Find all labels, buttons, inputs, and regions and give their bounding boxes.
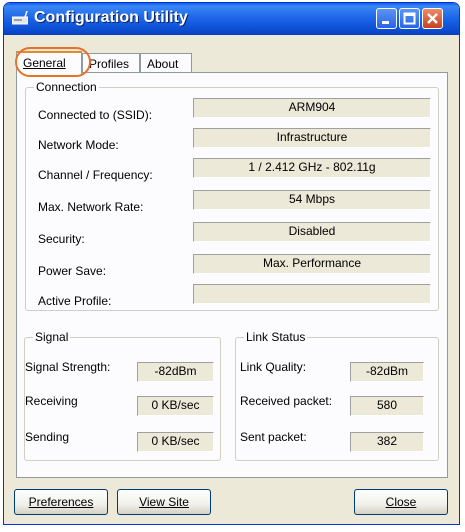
window-title: Configuration Utility (34, 9, 188, 26)
signal-group-title: Signal (33, 330, 71, 344)
active-profile-value (193, 284, 431, 304)
active-profile-label: Active Profile: (38, 294, 112, 308)
network-mode-value: Infrastructure (193, 128, 431, 148)
minimize-icon (382, 21, 389, 24)
received-packet-label: Received packet: (240, 394, 333, 408)
tab-profiles-label: Profiles (89, 57, 130, 71)
channel-frequency-label: Channel / Frequency: (38, 168, 153, 182)
receiving-label: Receiving (25, 394, 78, 408)
connection-group: Connection Connected to (SSID): ARM904 N… (25, 80, 439, 311)
tab-general-label: General (23, 56, 66, 70)
sent-packet-label: Sent packet: (240, 430, 307, 444)
title-bar[interactable]: Configuration Utility (4, 3, 459, 35)
max-network-rate-value: 54 Mbps (193, 190, 431, 210)
maximize-icon (403, 12, 416, 25)
close-window-button[interactable] (422, 8, 443, 29)
preferences-button-label: Preferences (28, 495, 94, 509)
sent-packet-value: 382 (350, 432, 424, 452)
minimize-button[interactable] (376, 8, 397, 29)
maximize-button[interactable] (399, 8, 420, 29)
security-label: Security: (38, 232, 85, 246)
signal-strength-label: Signal Strength: (25, 360, 111, 374)
view-site-button-label: View Site (139, 495, 189, 509)
tab-profiles[interactable]: Profiles (82, 53, 140, 73)
signal-strength-value: -82dBm (137, 362, 214, 382)
tab-about[interactable]: About (140, 53, 192, 73)
close-button-label: Close (385, 495, 417, 509)
network-mode-label: Network Mode: (38, 138, 119, 152)
general-tab-panel: Connection Connected to (SSID): ARM904 N… (16, 72, 448, 478)
sending-label: Sending (25, 430, 70, 444)
ssid-label: Connected to (SSID): (38, 108, 153, 122)
link-quality-label: Link Quality: (240, 360, 307, 374)
tab-about-label: About (147, 57, 179, 71)
tab-general[interactable]: General (16, 51, 82, 74)
link-status-group-title: Link Status (244, 330, 308, 344)
receiving-value: 0 KB/sec (137, 396, 214, 416)
preferences-button[interactable]: Preferences (14, 489, 108, 515)
view-site-button[interactable]: View Site (117, 489, 211, 515)
power-save-label: Power Save: (38, 264, 107, 278)
channel-frequency-value: 1 / 2.412 GHz - 802.11g (193, 158, 431, 178)
close-icon (427, 13, 438, 24)
power-save-value: Max. Performance (193, 254, 431, 274)
ssid-value: ARM904 (193, 98, 431, 118)
sending-value: 0 KB/sec (137, 432, 214, 452)
configuration-utility-window: Configuration Utility General Profiles A… (3, 2, 460, 525)
link-quality-value: -82dBm (350, 362, 424, 382)
wireless-card-icon (12, 11, 28, 25)
link-status-group: Link Status Link Quality: -82dBm Receive… (235, 330, 439, 461)
connection-group-title: Connection (34, 80, 99, 94)
received-packet-value: 580 (350, 396, 424, 416)
close-button[interactable]: Close (354, 489, 448, 515)
max-network-rate-label: Max. Network Rate: (38, 200, 144, 214)
security-value: Disabled (193, 222, 431, 242)
signal-group: Signal Signal Strength: -82dBm Receiving… (24, 330, 221, 461)
